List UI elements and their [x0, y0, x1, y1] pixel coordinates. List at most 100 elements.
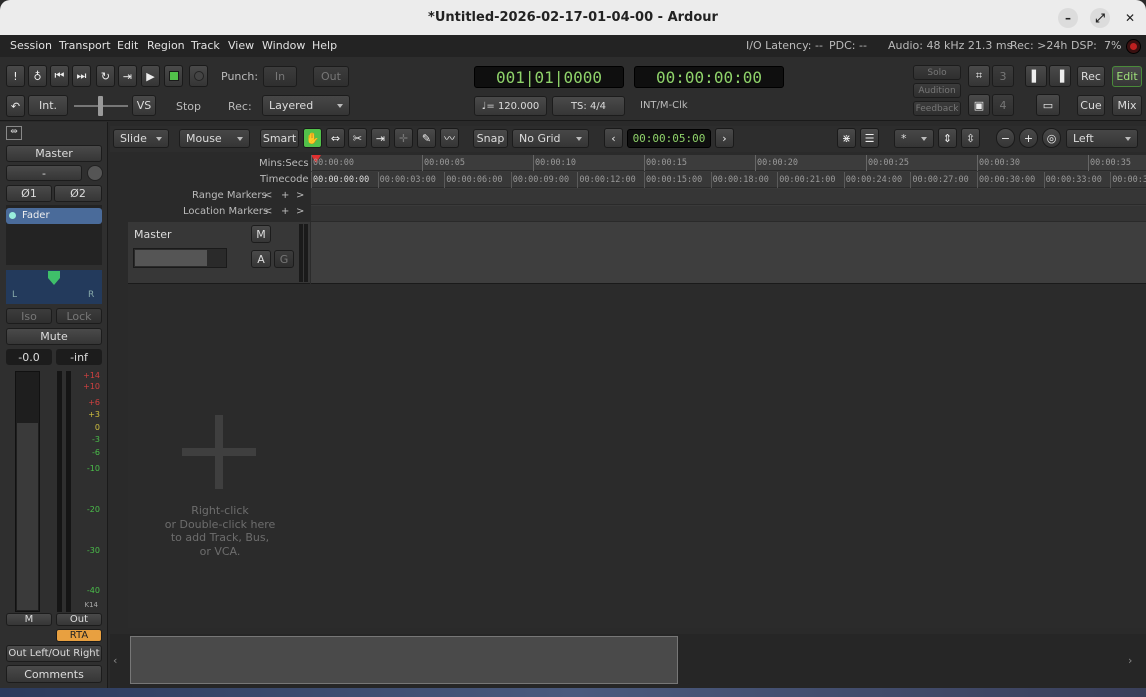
track-name[interactable]: Master [134, 228, 172, 241]
zoom-focus-dropdown[interactable]: Left [1066, 129, 1138, 148]
crop-icon[interactable]: ⌗ [968, 65, 990, 87]
minimize-button[interactable]: – [1058, 8, 1078, 28]
panic-icon[interactable]: ! [6, 65, 25, 87]
maximize-button[interactable]: ⤢ [1090, 8, 1110, 28]
stop-icon[interactable] [164, 65, 183, 87]
input-button[interactable]: - [6, 165, 82, 181]
track-canvas-master[interactable] [311, 222, 1146, 284]
edit-window-button[interactable]: Edit [1112, 66, 1142, 87]
range-tool-icon[interactable]: ⇔ [326, 128, 345, 148]
punch-in-button[interactable]: In [263, 66, 297, 87]
mix-window-button[interactable]: Mix [1112, 95, 1142, 116]
shrink-tracks-icon[interactable]: ⇕ [938, 128, 957, 148]
cue-window-button[interactable]: Cue [1077, 95, 1105, 116]
gain-display[interactable]: -0.0 [6, 349, 52, 365]
fader-processor[interactable]: Fader [6, 208, 102, 224]
time-signature-button[interactable]: TS: 4/4 [552, 96, 625, 116]
visible-tracks-icon[interactable]: ⋇ [837, 128, 856, 148]
meter-scale: +14 +10 +6 +3 0 -3 -6 -10 -20 -30 -40 K1… [76, 371, 100, 611]
nudge-back-icon[interactable]: ‹ [604, 128, 623, 148]
goto-start-icon[interactable]: ⏮ [50, 65, 69, 87]
play-icon[interactable]: ▶ [141, 65, 160, 87]
camera-icon[interactable]: ▣ [968, 94, 990, 116]
zoom-preset-dropdown[interactable]: * [894, 129, 934, 148]
goto-end-icon[interactable]: ⏭ [72, 65, 91, 87]
grab-tool-icon[interactable]: ✋ [303, 128, 322, 148]
add-track-plus-icon-v[interactable] [215, 415, 223, 489]
track-group-button[interactable]: G [274, 250, 294, 268]
loop-icon[interactable]: ↻ [96, 65, 115, 87]
play-range-icon[interactable]: ⇥ [118, 65, 137, 87]
menu-track[interactable]: Track [191, 39, 220, 52]
rta-button[interactable]: RTA [56, 629, 102, 642]
track-automation-button[interactable]: A [251, 250, 271, 268]
comments-button[interactable]: Comments [6, 665, 102, 683]
minsecs-tick: 00:00:15 [646, 158, 687, 168]
draw-tool-icon[interactable]: ✎ [417, 128, 436, 148]
mixer-list-icon[interactable]: ▐ [1049, 65, 1071, 87]
strip-width-icon[interactable]: ⇹ [6, 126, 22, 140]
phase2-button[interactable]: Ø2 [54, 185, 102, 202]
nudge-forward-icon[interactable]: › [715, 128, 734, 148]
secondary-clock[interactable]: 00:00:00:00 [634, 66, 784, 88]
scroll-right-icon[interactable]: › [1128, 654, 1132, 667]
summary-viewport[interactable] [130, 636, 678, 684]
mute-button[interactable]: Mute [6, 328, 102, 345]
feedback-indicator-button[interactable]: Feedback [913, 101, 961, 116]
varispeed-button[interactable]: VS [132, 95, 156, 116]
primary-clock[interactable]: 001|01|0000 [474, 66, 624, 88]
rec-mode-dropdown[interactable]: Layered [262, 95, 350, 116]
menu-edit[interactable]: Edit [117, 39, 138, 52]
track-mute-button[interactable]: M [251, 225, 271, 243]
zoom-out-icon[interactable]: − [996, 128, 1015, 148]
internal-sync-button[interactable]: Int. [28, 95, 68, 116]
solo-indicator-button[interactable]: Solo [913, 65, 961, 80]
tempo-button[interactable]: ♩= 120.000 [474, 96, 547, 116]
menu-region[interactable]: Region [147, 39, 185, 52]
bottom-pane-icon[interactable]: ▭ [1036, 94, 1060, 116]
smart-mode-button[interactable]: Smart [260, 129, 299, 148]
menu-window[interactable]: Window [262, 39, 305, 52]
cut-tool-icon[interactable]: ✂ [348, 128, 367, 148]
shuttle-handle[interactable] [98, 96, 103, 116]
grid-dropdown[interactable]: No Grid [512, 129, 589, 148]
meter-out-button[interactable]: Out [56, 613, 102, 626]
meter-point-button[interactable]: M [6, 613, 52, 626]
trim-knob[interactable] [87, 165, 103, 181]
close-button[interactable]: ✕ [1120, 8, 1140, 28]
audition-indicator-button[interactable]: Audition [913, 83, 961, 98]
nudge-clock[interactable]: 00:00:05:00 [627, 129, 711, 148]
phase1-button[interactable]: Ø1 [6, 185, 52, 202]
stretch-tool-icon[interactable]: ⇥ [371, 128, 390, 148]
menu-transport[interactable]: Transport [59, 39, 111, 52]
grid-tool-icon[interactable]: ✛ [394, 128, 413, 148]
location-markers-ruler[interactable] [311, 206, 1146, 221]
ripple-mode-dropdown[interactable]: Mouse [179, 129, 250, 148]
menu-session[interactable]: Session [10, 39, 52, 52]
zoom-session-icon[interactable]: ◎ [1042, 128, 1061, 148]
strip-name-button[interactable]: Master [6, 145, 102, 162]
lock-button[interactable]: Lock [56, 308, 102, 324]
rec-window-button[interactable]: Rec [1077, 66, 1105, 87]
num4-button[interactable]: 4 [992, 94, 1014, 116]
snap-button[interactable]: Snap [473, 129, 508, 148]
zoom-in-icon[interactable]: + [1019, 128, 1038, 148]
editor-list-icon[interactable]: ▌ [1025, 65, 1047, 87]
edit-mode-dropdown[interactable]: Slide [113, 129, 169, 148]
expand-tracks-icon[interactable]: ⇳ [961, 128, 980, 148]
output-button[interactable]: Out Left/Out Right [6, 645, 102, 662]
undo-icon[interactable]: ↶ [6, 95, 25, 117]
scroll-left-icon[interactable]: ‹ [113, 654, 117, 667]
metronome-icon[interactable]: ♁ [28, 65, 47, 87]
content-tool-icon[interactable]: 〰 [440, 128, 459, 148]
timeline-rulers[interactable]: 00:00:00 00:00:05 00:00:10 00:00:15 00:00:20… [311, 155, 1146, 221]
iso-button[interactable]: Iso [6, 308, 52, 324]
range-markers-ruler[interactable] [311, 189, 1146, 205]
num3-button[interactable]: 3 [992, 65, 1014, 87]
menu-help[interactable]: Help [312, 39, 337, 52]
punch-out-button[interactable]: Out [313, 66, 349, 87]
track-list-icon[interactable]: ☰ [860, 128, 879, 148]
peak-display[interactable]: -inf [56, 349, 102, 365]
menu-view[interactable]: View [228, 39, 254, 52]
record-icon[interactable] [189, 65, 208, 87]
